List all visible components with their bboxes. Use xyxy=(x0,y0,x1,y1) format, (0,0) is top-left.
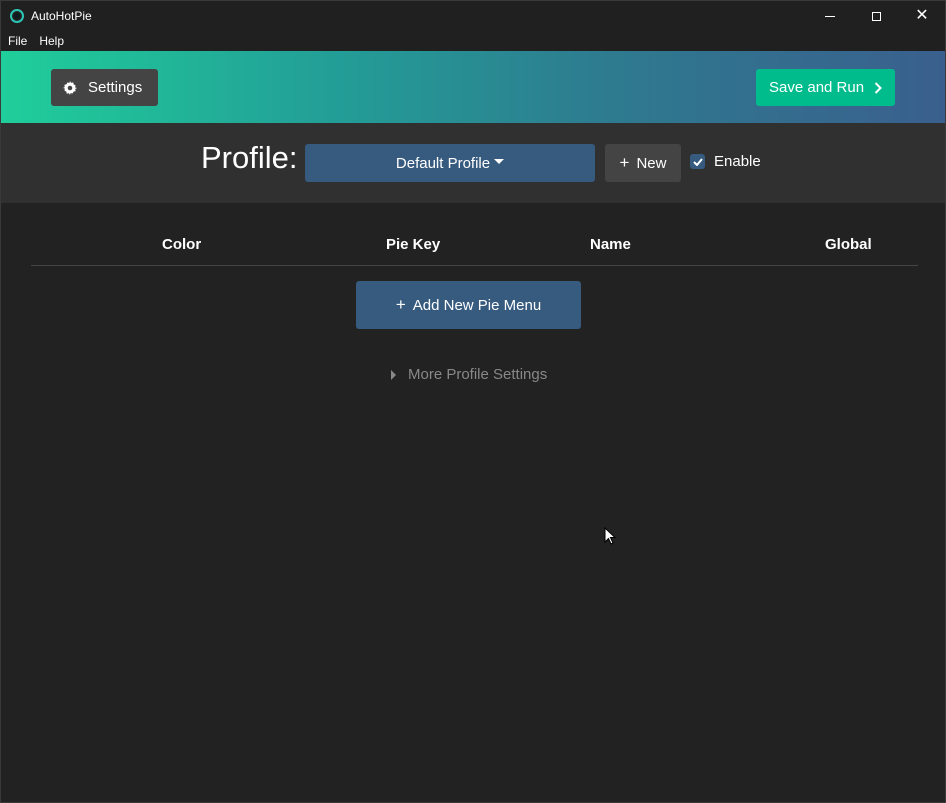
new-profile-label: New xyxy=(636,154,667,172)
header-banner: Settings Save and Run xyxy=(1,51,945,123)
menu-file[interactable]: File xyxy=(2,34,33,48)
close-icon: ✕ xyxy=(915,7,929,24)
enable-label: Enable xyxy=(714,153,761,170)
enable-toggle[interactable]: Enable xyxy=(690,153,761,170)
profile-label: Profile: xyxy=(201,140,298,175)
close-button[interactable]: ✕ xyxy=(899,1,945,31)
column-header-pie-key: Pie Key xyxy=(386,236,441,253)
maximize-icon xyxy=(871,11,881,21)
caret-down-icon xyxy=(494,159,505,164)
maximize-button[interactable] xyxy=(853,1,899,31)
checkmark-icon xyxy=(692,157,703,166)
window-controls: ✕ xyxy=(807,1,945,31)
app-ring-icon xyxy=(10,9,24,23)
chevron-right-icon xyxy=(874,81,882,94)
app-window: AutoHotPie ✕ File Help Settings Save and xyxy=(0,0,946,803)
enable-checkbox[interactable] xyxy=(690,154,705,169)
profile-dropdown[interactable]: Default Profile xyxy=(305,144,595,182)
profile-bar: Profile: Default Profile + New Enable xyxy=(1,123,945,203)
add-new-pie-menu-label: Add New Pie Menu xyxy=(412,296,542,314)
window-title: AutoHotPie xyxy=(31,9,92,23)
column-header-global: Global xyxy=(825,236,872,253)
column-header-color: Color xyxy=(162,236,202,253)
minimize-button[interactable] xyxy=(807,1,853,31)
add-new-pie-menu-button[interactable]: + Add New Pie Menu xyxy=(356,281,581,329)
new-profile-button[interactable]: + New xyxy=(605,144,681,182)
pie-menu-table-header: Color Pie Key Name Global xyxy=(31,226,918,266)
plus-icon: + xyxy=(395,295,406,314)
save-and-run-label: Save and Run xyxy=(769,79,865,96)
settings-label: Settings xyxy=(88,79,143,96)
column-header-name: Name xyxy=(590,236,631,253)
minimize-icon xyxy=(825,15,835,17)
plus-icon: + xyxy=(619,153,630,172)
profile-selected-value: Default Profile xyxy=(395,154,491,172)
mouse-cursor-icon xyxy=(604,527,616,545)
menu-help[interactable]: Help xyxy=(33,34,70,48)
menu-bar: File Help xyxy=(1,31,945,51)
title-bar[interactable]: AutoHotPie ✕ xyxy=(1,1,945,31)
save-and-run-button[interactable]: Save and Run xyxy=(756,69,895,106)
gear-icon xyxy=(63,80,77,95)
more-profile-settings-label: More Profile Settings xyxy=(408,366,548,383)
triangle-right-icon xyxy=(391,369,396,380)
settings-button[interactable]: Settings xyxy=(51,69,158,106)
more-profile-settings-toggle[interactable]: More Profile Settings xyxy=(391,366,547,383)
